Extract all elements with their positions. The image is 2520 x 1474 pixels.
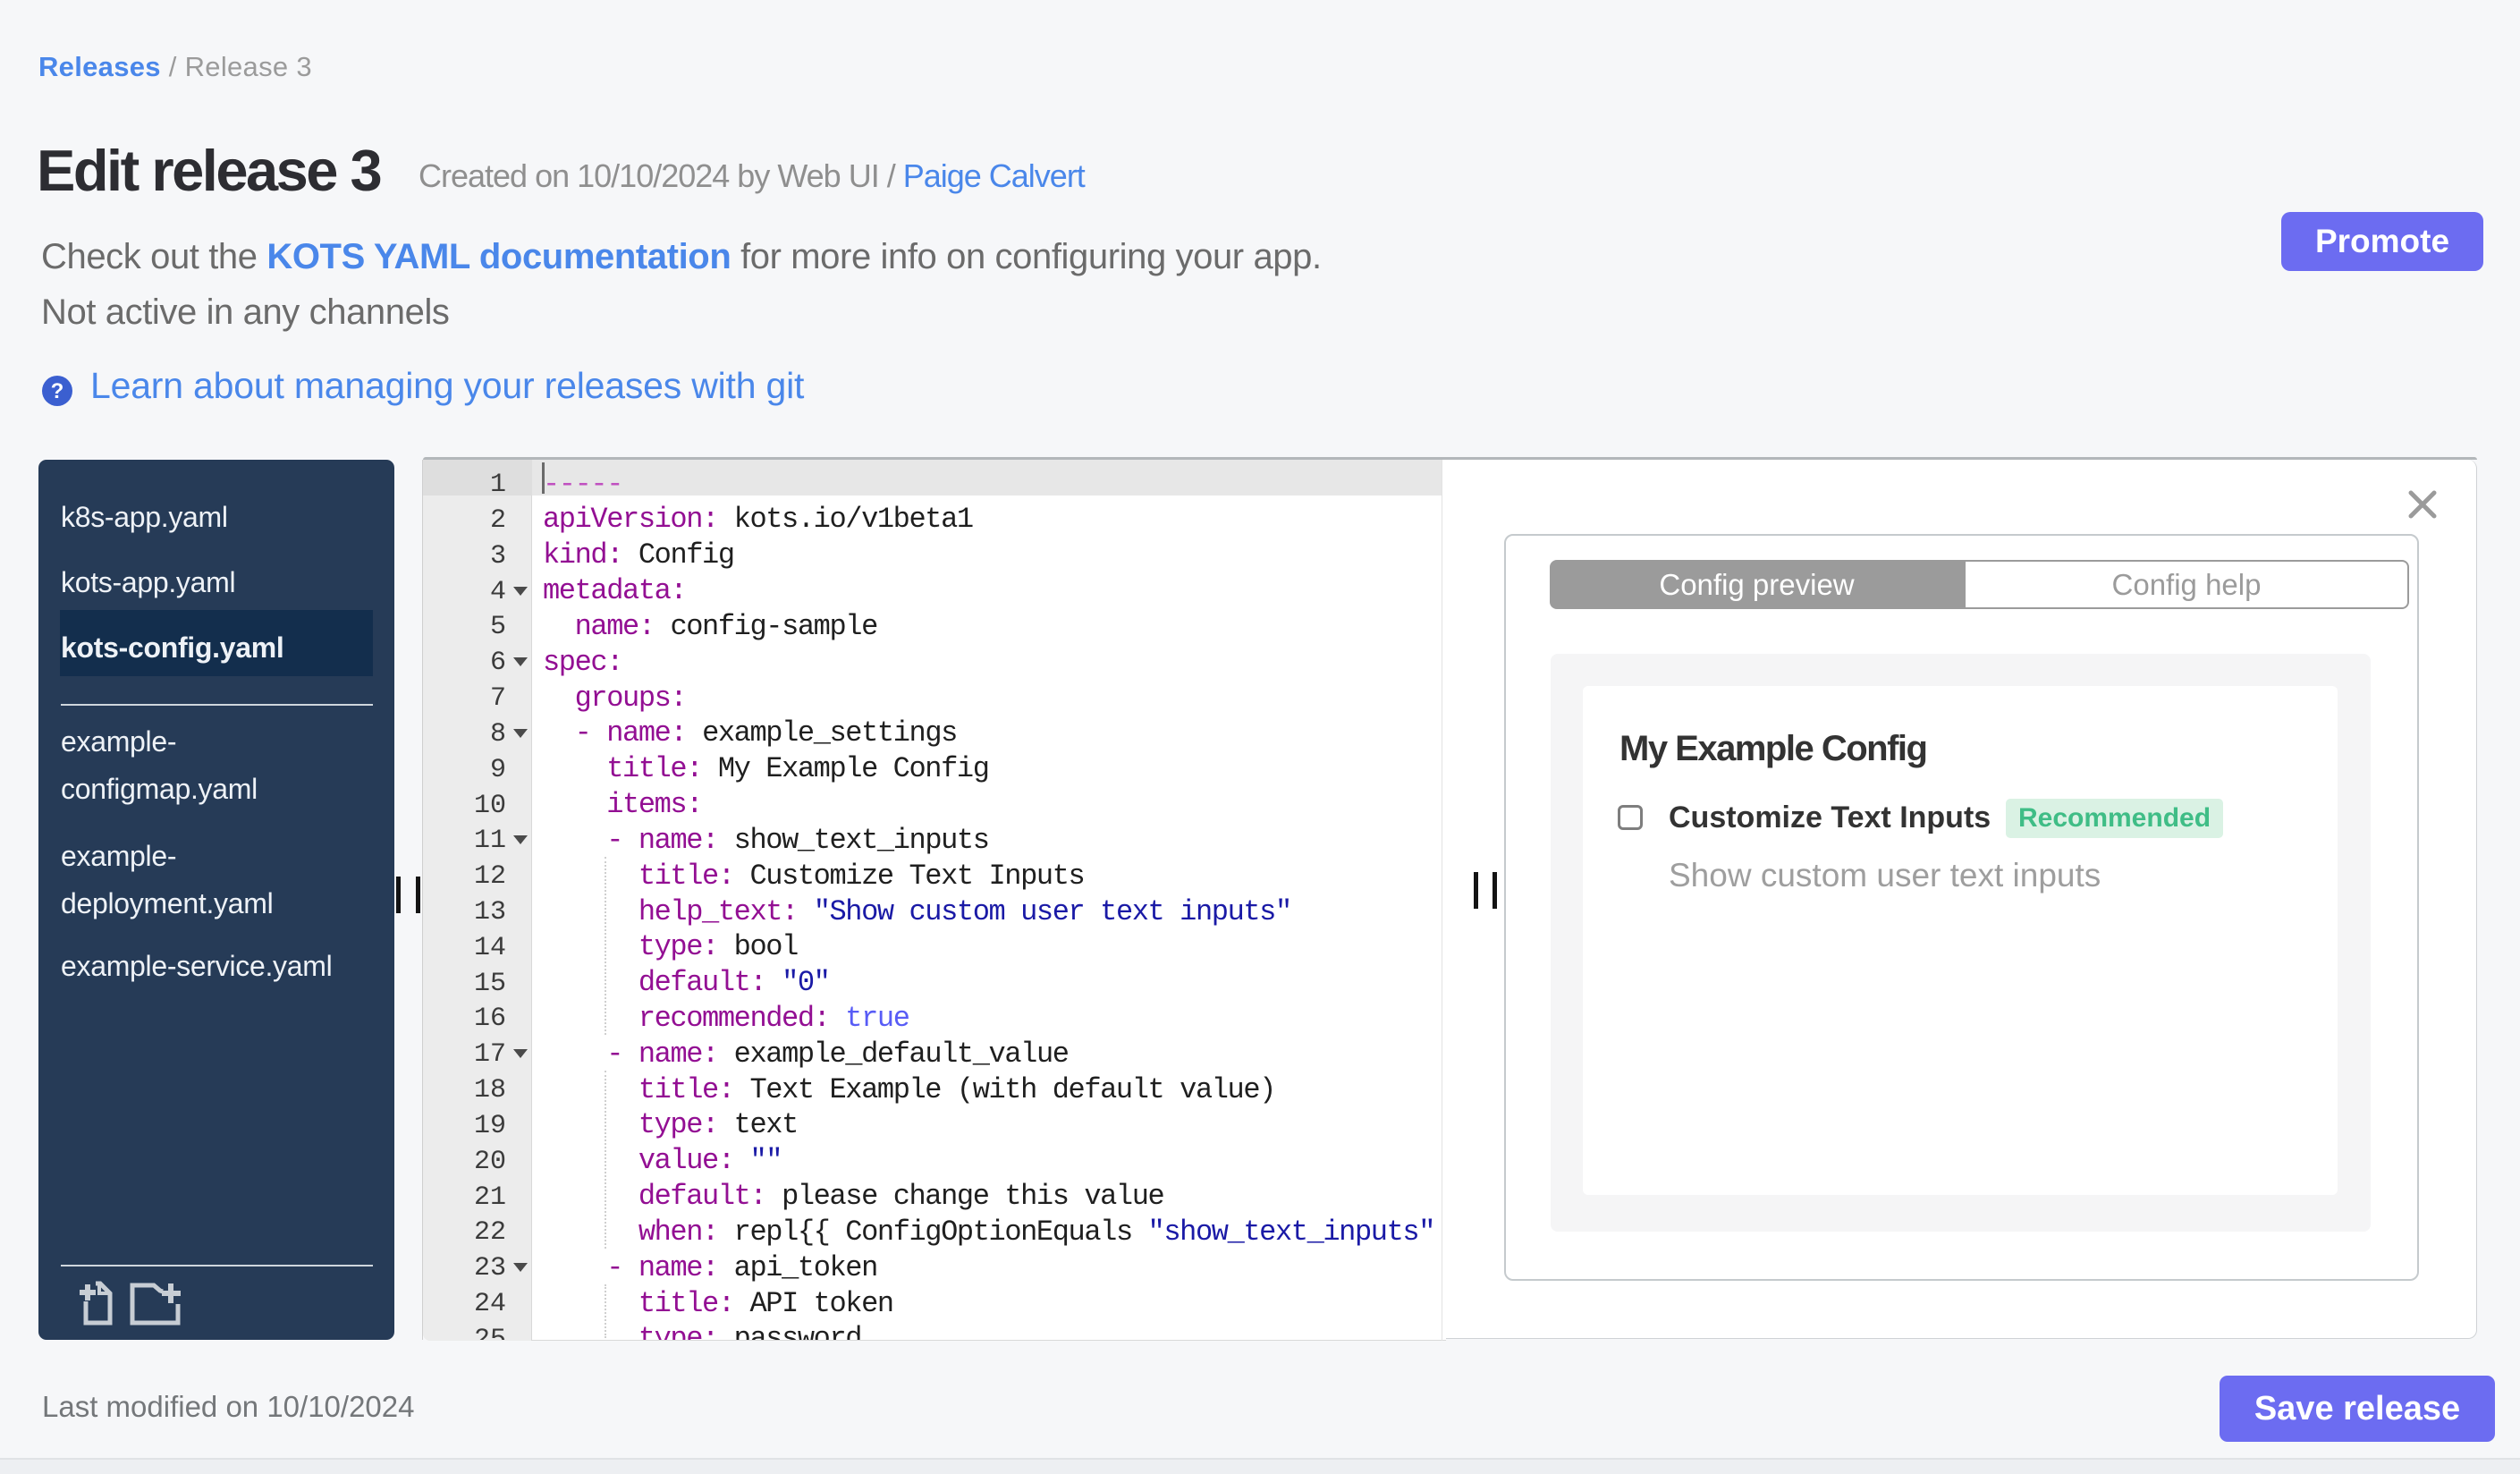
svg-text:?: ? <box>51 379 64 403</box>
